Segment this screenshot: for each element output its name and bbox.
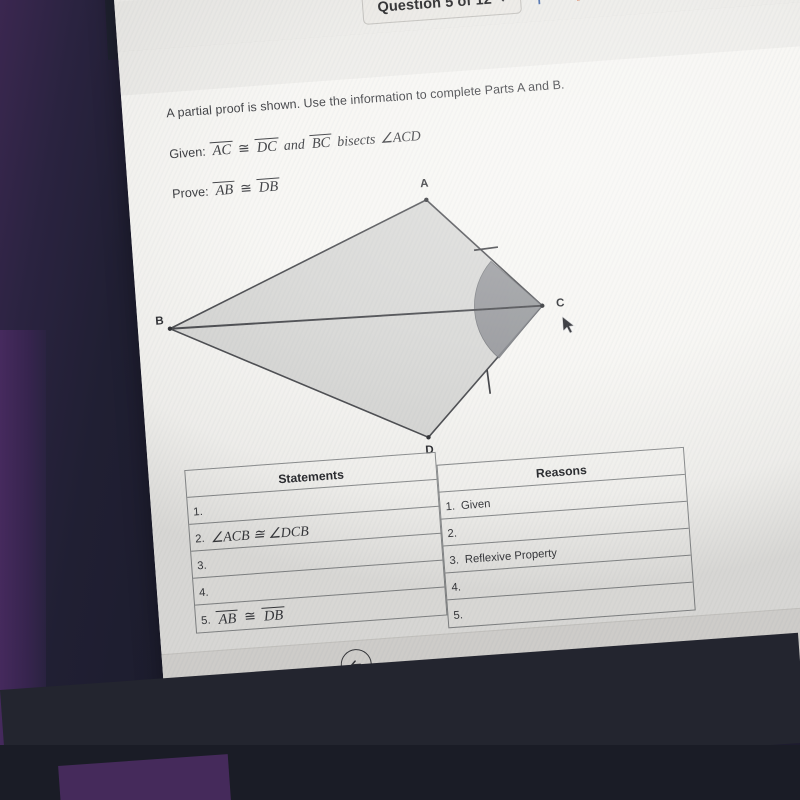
statement-number: 2.: [194, 532, 206, 546]
given-angle-acd: ∠ACD: [379, 129, 422, 148]
given-statement: Given: AC ≅ DC and BC bisects ∠ACD: [169, 127, 422, 163]
kite-diagram: A B C D: [149, 171, 597, 471]
screen-content: Question 5 of 12 A partial proof is show…: [112, 0, 800, 731]
statement-number: 5.: [200, 614, 212, 627]
given-segment-ac: AC: [209, 140, 234, 160]
question-selector-button[interactable]: Question 5 of 12: [361, 0, 522, 25]
photo-of-screen: Question 5 of 12 A partial proof is show…: [0, 0, 800, 800]
reason-number: 1.: [445, 500, 456, 514]
question-body: A partial proof is shown. Use the inform…: [120, 40, 800, 655]
statement-number: 1.: [192, 505, 204, 519]
reason-number: 3.: [449, 554, 460, 568]
highlighter-icon[interactable]: [569, 0, 593, 5]
toolbar-icon-group: [534, 0, 628, 8]
vertex-label-b: B: [154, 315, 165, 328]
reason-number: 2.: [447, 527, 458, 541]
question-selector-label: Question 5 of 12: [377, 0, 493, 16]
statement-segment-db: DB: [261, 606, 286, 625]
reason-number: 5.: [453, 608, 464, 622]
congruent-symbol: ≅: [237, 141, 251, 158]
chevron-down-icon: [498, 0, 507, 2]
statements-column: Statements 1. 2. ∠ACB ≅ ∠DCB 3. 4. 5. AB…: [184, 451, 448, 634]
congruent-symbol: ≅: [243, 609, 257, 626]
given-conjunction: and: [283, 137, 306, 154]
statement-number: 4.: [198, 586, 210, 600]
given-segment-dc: DC: [254, 137, 280, 157]
given-label: Given:: [168, 144, 207, 162]
vertex-label-c: C: [555, 297, 565, 310]
mouse-pointer: [562, 315, 576, 334]
statement-segment-ab: AB: [215, 609, 239, 629]
reasons-column: Reasons 1. Given 2. 3. Reflexive Propert…: [436, 446, 696, 629]
flag-icon[interactable]: [534, 0, 558, 7]
statement-number: 3.: [196, 559, 208, 573]
reason-text: Given: [460, 498, 491, 513]
given-segment-bc: BC: [309, 133, 333, 153]
vertex-label-a: A: [419, 177, 429, 191]
given-verb: bisects: [336, 132, 376, 151]
reset-icon[interactable]: [604, 0, 629, 3]
reason-text: Reflexive Property: [464, 547, 558, 566]
statement-text: ∠ACB ≅ ∠DCB: [210, 523, 310, 546]
reason-number: 4.: [451, 581, 462, 595]
